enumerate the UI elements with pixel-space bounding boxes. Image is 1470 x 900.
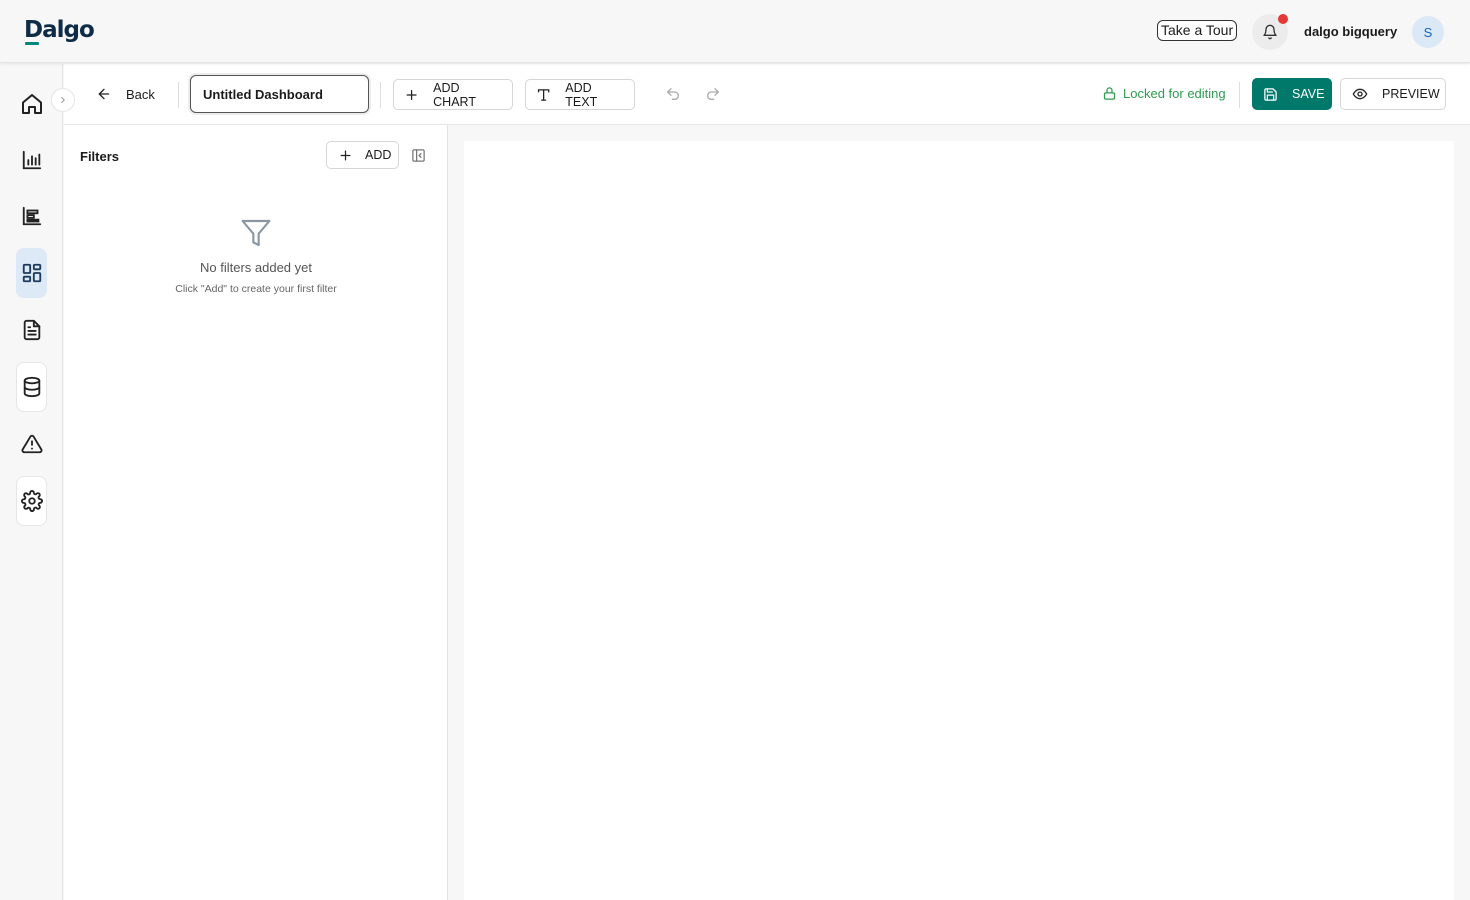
undo-icon — [667, 88, 679, 100]
back-button[interactable]: Back — [96, 84, 155, 104]
document-icon — [23, 319, 40, 341]
dashboard-toolbar: Back ADD CHART ADD TEXT Locked for editi… — [64, 64, 1470, 125]
sidebar-item-settings[interactable] — [16, 476, 47, 526]
save-label: SAVE — [1292, 87, 1325, 101]
sidebar-item-documents[interactable] — [16, 305, 47, 355]
sidebar-item-dashboards[interactable] — [16, 248, 47, 298]
dashboard-grid-icon — [22, 263, 41, 283]
lock-status-label: Locked for editing — [1123, 86, 1226, 101]
empty-state-title: No filters added yet — [199, 260, 312, 275]
add-filter-label: ADD — [365, 148, 392, 162]
warning-icon — [21, 434, 42, 454]
preview-label: PREVIEW — [1382, 87, 1440, 101]
avatar[interactable]: S — [1412, 16, 1444, 48]
plus-icon — [340, 150, 351, 160]
arrow-left-icon — [98, 88, 110, 100]
add-filter-button[interactable]: ADD — [326, 141, 399, 169]
divider — [1239, 82, 1240, 108]
preview-button[interactable]: PREVIEW — [1340, 78, 1446, 110]
panel-collapse-icon — [411, 148, 425, 162]
lock-status: Locked for editing — [1102, 86, 1226, 101]
filter-empty-icon — [240, 217, 272, 249]
notification-dot — [1278, 14, 1288, 24]
undo-button[interactable] — [661, 82, 685, 106]
dashboard-title-input[interactable] — [190, 75, 369, 113]
left-sidebar — [0, 64, 63, 900]
lock-icon — [1103, 87, 1116, 100]
take-a-tour-button[interactable]: Take a Tour — [1157, 20, 1238, 41]
sidebar-item-charts[interactable] — [16, 135, 47, 185]
filters-heading: Filters — [80, 149, 120, 164]
sidebar-item-home[interactable] — [16, 79, 47, 129]
home-icon — [21, 94, 42, 114]
bar-chart-icon — [22, 150, 41, 170]
gear-icon — [20, 490, 43, 512]
chevron-right-icon — [61, 96, 65, 104]
back-label: Back — [126, 86, 155, 102]
empty-state-hint: Click "Add" to create your first filter — [175, 283, 337, 295]
redo-button[interactable] — [701, 82, 725, 106]
bell-icon — [1263, 24, 1277, 40]
add-chart-label: ADD CHART — [433, 80, 476, 109]
horizontal-bars-icon — [22, 206, 41, 226]
database-icon — [23, 376, 40, 398]
funnel-icon — [241, 219, 271, 247]
plus-icon — [406, 89, 417, 100]
dashboard-canvas-area — [448, 125, 1470, 900]
sidebar-item-alerts[interactable] — [16, 419, 47, 469]
add-text-button[interactable]: ADD TEXT — [525, 79, 635, 110]
save-button[interactable]: SAVE — [1252, 78, 1332, 110]
eye-icon — [1352, 88, 1368, 100]
add-text-label: ADD TEXT — [565, 80, 598, 109]
logo-accent — [25, 42, 39, 45]
divider — [380, 82, 381, 108]
text-icon — [537, 88, 550, 101]
redo-icon — [707, 88, 719, 100]
save-icon — [1264, 87, 1277, 101]
sidebar-expand-button[interactable] — [51, 88, 75, 112]
user-name[interactable]: dalgo bigquery — [1304, 24, 1397, 39]
sidebar-item-reports[interactable] — [16, 191, 47, 241]
app-logo[interactable]: Dalgo — [24, 17, 95, 43]
sidebar-item-data[interactable] — [16, 362, 47, 412]
add-chart-button[interactable]: ADD CHART — [393, 79, 513, 110]
divider — [178, 82, 179, 108]
collapse-panel-button[interactable] — [410, 147, 426, 163]
filters-panel: Filters ADD No filters added yet Click "… — [64, 125, 448, 900]
top-header: Dalgo Take a Tour dalgo bigquery S — [0, 0, 1470, 63]
dashboard-canvas[interactable] — [464, 141, 1454, 900]
